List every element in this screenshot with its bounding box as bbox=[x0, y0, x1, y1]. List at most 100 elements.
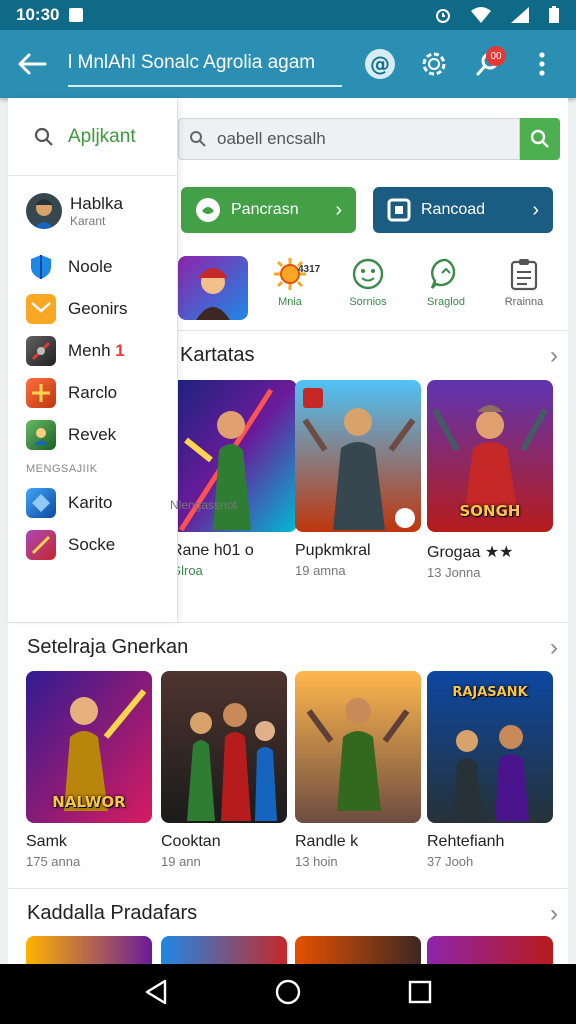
game-card[interactable]: Pupkmkral 19 amna bbox=[295, 380, 421, 578]
shield-icon bbox=[26, 252, 56, 282]
controller-icon bbox=[196, 198, 220, 222]
drawer-item-socke[interactable]: Socke bbox=[8, 524, 177, 566]
navigation-drawer: Apljkant Hablka Karant Noole Geonirs Men… bbox=[8, 98, 178, 622]
game-art-icon bbox=[26, 488, 56, 518]
svg-text:@: @ bbox=[370, 52, 390, 76]
system-nav-bar bbox=[0, 964, 576, 1024]
search-bar: oabell encsalh bbox=[178, 118, 560, 160]
drawer-item-menh[interactable]: Menh 1 bbox=[8, 330, 177, 372]
nav-back-button[interactable] bbox=[144, 979, 168, 1010]
category-label: Mnia bbox=[278, 296, 302, 308]
game-card-name: Rehtefianh bbox=[427, 833, 505, 850]
drawer-item-rarclo[interactable]: Rarclo bbox=[8, 372, 177, 414]
circle-home-icon bbox=[275, 979, 301, 1004]
game-card-name: Randle k bbox=[295, 833, 359, 850]
search-submit-button[interactable] bbox=[520, 118, 560, 160]
drawer-item-label: Rarclo bbox=[68, 383, 118, 402]
game-card[interactable]: Rane h01 o Glroa bbox=[171, 380, 297, 578]
at-icon: @ bbox=[365, 49, 395, 79]
chevron-right-icon[interactable]: › bbox=[550, 900, 558, 928]
promo-green-button[interactable]: Pancrasn › bbox=[181, 187, 356, 233]
user-name: Hablka bbox=[70, 194, 123, 213]
game-card-art[interactable] bbox=[295, 936, 421, 964]
notification-badge: 00 bbox=[486, 46, 506, 66]
drawer-item-label: Menh bbox=[68, 341, 111, 360]
game-card[interactable]: Cooktan 19 ann bbox=[161, 671, 287, 869]
game-card-art: RAJASANK bbox=[427, 671, 553, 823]
square-recents-icon bbox=[409, 980, 432, 1003]
drawer-item-noole[interactable]: Noole bbox=[8, 246, 177, 288]
gear-icon bbox=[422, 52, 446, 76]
category-item[interactable]: Rrainna bbox=[488, 256, 560, 308]
divider bbox=[8, 888, 568, 889]
game-card-name: Samk bbox=[26, 833, 67, 850]
category-label: Rrainna bbox=[504, 296, 544, 308]
category-item[interactable]: Sraglod bbox=[410, 256, 482, 308]
category-row: 4317 Mnia Sornios Sraglod Rrainna bbox=[178, 256, 568, 324]
game-card[interactable]: SONGH Grogaa ★★ 13 Jonna bbox=[427, 380, 553, 580]
drawer-user[interactable]: Hablka Karant bbox=[8, 176, 177, 246]
search-placeholder: oabell encsalh bbox=[217, 129, 326, 148]
clipboard-icon bbox=[510, 259, 538, 291]
category-count: 4317 bbox=[298, 264, 321, 275]
game-card-art bbox=[161, 671, 287, 823]
avatar bbox=[26, 193, 62, 229]
drawer-item-karito[interactable]: Karito bbox=[8, 482, 177, 524]
search-icon bbox=[34, 127, 53, 146]
back-button[interactable] bbox=[14, 46, 50, 82]
drawer-item-revek[interactable]: Revek bbox=[8, 414, 177, 456]
game-card-art bbox=[295, 671, 421, 823]
drawer-item-geonirs[interactable]: Geonirs bbox=[8, 288, 177, 330]
game-card-art[interactable] bbox=[26, 936, 152, 964]
frame-icon bbox=[387, 198, 411, 222]
game-card-art[interactable] bbox=[161, 936, 287, 964]
game-art-icon bbox=[26, 530, 56, 560]
game-card-art[interactable] bbox=[427, 936, 553, 964]
wifi-icon bbox=[471, 7, 491, 23]
game-card-meta: 175 anna bbox=[26, 854, 81, 869]
drawer-search[interactable]: Apljkant bbox=[8, 98, 177, 176]
category-featured-thumbnail[interactable] bbox=[178, 256, 248, 320]
smiley-icon bbox=[352, 258, 384, 290]
section-title: Kartatas bbox=[180, 344, 255, 366]
game-card-meta: 13 hoin bbox=[295, 854, 338, 869]
drawer-item-label: Noole bbox=[68, 257, 113, 276]
promo-green-label: Pancrasn bbox=[231, 201, 299, 218]
game-card[interactable]: RAJASANK Rehtefianh 37 Jooh bbox=[427, 671, 553, 869]
game-card[interactable]: Randle k 13 hoin bbox=[295, 671, 421, 869]
search-input[interactable]: oabell encsalh bbox=[178, 118, 520, 160]
category-item[interactable]: Sornios bbox=[332, 256, 404, 308]
section-title: Setelraja Gnerkan bbox=[27, 636, 189, 658]
battery-icon bbox=[549, 6, 559, 23]
status-bar: 10:30 bbox=[0, 0, 576, 30]
game-card-caption: SONGH bbox=[459, 502, 521, 520]
drawer-item-label: Revek bbox=[68, 425, 117, 444]
nav-recents-button[interactable] bbox=[408, 980, 432, 1009]
drawer-search-label: Apljkant bbox=[68, 125, 136, 147]
game-card-meta: 19 ann bbox=[161, 854, 201, 869]
game-card-caption: RAJASANK bbox=[452, 685, 528, 700]
triangle-back-icon bbox=[145, 979, 166, 1004]
promo-blue-button[interactable]: Rancoad › bbox=[373, 187, 553, 233]
drawer-item-badge: 1 bbox=[115, 341, 125, 360]
game-card-meta: 19 amna bbox=[295, 563, 346, 578]
chat-icon bbox=[430, 258, 456, 289]
mention-button[interactable]: @ bbox=[360, 44, 400, 84]
drawer-footer-text: Nlengassnot bbox=[170, 498, 237, 512]
notification-icon bbox=[69, 8, 84, 22]
settings-button[interactable] bbox=[414, 44, 454, 84]
divider bbox=[8, 622, 568, 623]
overflow-menu-button[interactable] bbox=[522, 44, 562, 84]
game-card[interactable]: NALWOR Samk 175 anna bbox=[26, 671, 152, 869]
category-label: Sraglod bbox=[427, 296, 465, 308]
app-bar-title-field[interactable]: l MnlAhl Sonalc Agrolia agam bbox=[68, 41, 342, 87]
game-art-icon bbox=[26, 378, 56, 408]
chevron-right-icon[interactable]: › bbox=[550, 342, 558, 370]
search-notifications-button[interactable]: 00 bbox=[468, 44, 508, 84]
chevron-right-icon: › bbox=[335, 198, 342, 221]
promo-blue-label: Rancoad bbox=[421, 201, 486, 218]
arrow-left-icon bbox=[18, 53, 47, 75]
game-card-art: SONGH bbox=[427, 380, 553, 532]
chevron-right-icon[interactable]: › bbox=[550, 634, 558, 662]
nav-home-button[interactable] bbox=[275, 979, 301, 1010]
